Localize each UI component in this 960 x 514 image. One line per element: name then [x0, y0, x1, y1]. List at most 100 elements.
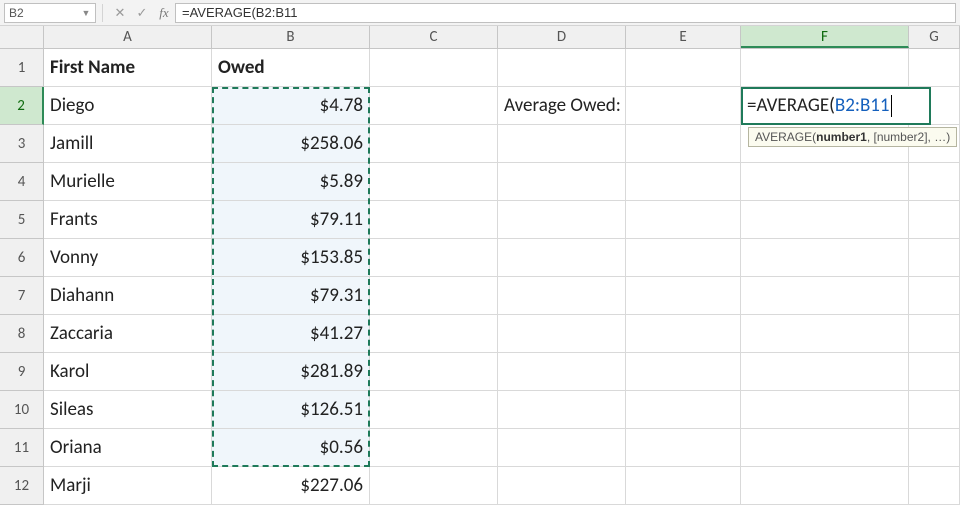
cell[interactable]: Vonny — [44, 239, 212, 277]
cell[interactable] — [370, 49, 498, 87]
row-header[interactable]: 8 — [0, 315, 44, 353]
cell[interactable] — [370, 125, 498, 163]
column-header-A[interactable]: A — [44, 26, 212, 48]
cell[interactable] — [741, 277, 909, 315]
row-header[interactable]: 10 — [0, 391, 44, 429]
cell[interactable] — [741, 391, 909, 429]
cell[interactable] — [626, 277, 741, 315]
cell[interactable] — [370, 163, 498, 201]
cell[interactable]: $227.06 — [212, 467, 370, 505]
cell[interactable] — [498, 277, 626, 315]
cell[interactable]: $79.31 — [212, 277, 370, 315]
cell[interactable] — [370, 353, 498, 391]
cell[interactable] — [498, 49, 626, 87]
cell[interactable] — [370, 315, 498, 353]
cell[interactable]: Karol — [44, 353, 212, 391]
cell[interactable] — [498, 125, 626, 163]
cell[interactable] — [909, 353, 960, 391]
cell[interactable] — [741, 239, 909, 277]
column-header-D[interactable]: D — [498, 26, 626, 48]
cell[interactable] — [498, 315, 626, 353]
column-header-F[interactable]: F — [741, 26, 909, 48]
cell[interactable] — [909, 49, 960, 87]
cell[interactable]: $41.27 — [212, 315, 370, 353]
cell[interactable] — [741, 163, 909, 201]
chevron-down-icon[interactable]: ▼ — [79, 6, 93, 20]
cell[interactable] — [909, 391, 960, 429]
cell[interactable] — [626, 353, 741, 391]
cell[interactable]: Frants — [44, 201, 212, 239]
cell[interactable] — [909, 315, 960, 353]
cell[interactable] — [370, 429, 498, 467]
cell[interactable]: $281.89 — [212, 353, 370, 391]
cell[interactable] — [370, 391, 498, 429]
cell[interactable] — [626, 201, 741, 239]
cell[interactable] — [909, 277, 960, 315]
cell[interactable] — [626, 391, 741, 429]
row-header[interactable]: 6 — [0, 239, 44, 277]
cell[interactable]: $5.89 — [212, 163, 370, 201]
select-all-corner[interactable] — [0, 26, 44, 48]
cell[interactable] — [498, 391, 626, 429]
cell[interactable]: $79.11 — [212, 201, 370, 239]
enter-formula-button[interactable]: ✓ — [131, 3, 153, 23]
cell[interactable]: Zaccaria — [44, 315, 212, 353]
row-header[interactable]: 3 — [0, 125, 44, 163]
row-header[interactable]: 4 — [0, 163, 44, 201]
row-header[interactable]: 1 — [0, 49, 44, 87]
cell[interactable] — [909, 201, 960, 239]
cell[interactable]: $126.51 — [212, 391, 370, 429]
cell[interactable]: Jamill — [44, 125, 212, 163]
cell[interactable] — [909, 163, 960, 201]
column-header-C[interactable]: C — [370, 26, 498, 48]
cell[interactable] — [741, 429, 909, 467]
cell[interactable] — [741, 315, 909, 353]
name-box[interactable]: B2 ▼ — [4, 3, 96, 23]
cell[interactable] — [741, 201, 909, 239]
cell[interactable] — [626, 429, 741, 467]
cell[interactable] — [498, 467, 626, 505]
cell[interactable] — [498, 239, 626, 277]
cell[interactable]: Sileas — [44, 391, 212, 429]
cell[interactable] — [498, 353, 626, 391]
cell[interactable]: $153.85 — [212, 239, 370, 277]
cell[interactable] — [626, 163, 741, 201]
cell[interactable] — [370, 87, 498, 125]
cell[interactable] — [498, 429, 626, 467]
cell[interactable]: $258.06 — [212, 125, 370, 163]
row-header[interactable]: 2 — [0, 87, 44, 125]
cell[interactable] — [626, 125, 741, 163]
cancel-formula-button[interactable]: ✕ — [109, 3, 131, 23]
cell[interactable] — [370, 467, 498, 505]
column-header-B[interactable]: B — [212, 26, 370, 48]
cell[interactable] — [370, 201, 498, 239]
cell[interactable] — [741, 49, 909, 87]
formula-input[interactable]: =AVERAGE(B2:B11 — [175, 3, 956, 23]
cell[interactable]: Marji — [44, 467, 212, 505]
cell[interactable]: Diego — [44, 87, 212, 125]
cell[interactable] — [626, 239, 741, 277]
row-header[interactable]: 5 — [0, 201, 44, 239]
cell[interactable]: Diahann — [44, 277, 212, 315]
row-header[interactable]: 7 — [0, 277, 44, 315]
column-header-E[interactable]: E — [626, 26, 741, 48]
cell[interactable] — [909, 239, 960, 277]
cell[interactable] — [626, 315, 741, 353]
cell[interactable] — [626, 87, 741, 125]
row-header[interactable]: 11 — [0, 429, 44, 467]
cell[interactable]: Murielle — [44, 163, 212, 201]
cell[interactable] — [498, 163, 626, 201]
cell[interactable]: Oriana — [44, 429, 212, 467]
cell[interactable] — [626, 49, 741, 87]
cell[interactable] — [626, 467, 741, 505]
cell[interactable] — [498, 201, 626, 239]
cell[interactable] — [370, 239, 498, 277]
cell[interactable]: First Name — [44, 49, 212, 87]
cell[interactable]: Average Owed: — [498, 87, 626, 125]
row-header[interactable]: 12 — [0, 467, 44, 505]
row-header[interactable]: 9 — [0, 353, 44, 391]
cell[interactable] — [909, 467, 960, 505]
cell[interactable] — [741, 353, 909, 391]
fx-icon[interactable]: fx — [153, 5, 175, 21]
cell[interactable] — [370, 277, 498, 315]
